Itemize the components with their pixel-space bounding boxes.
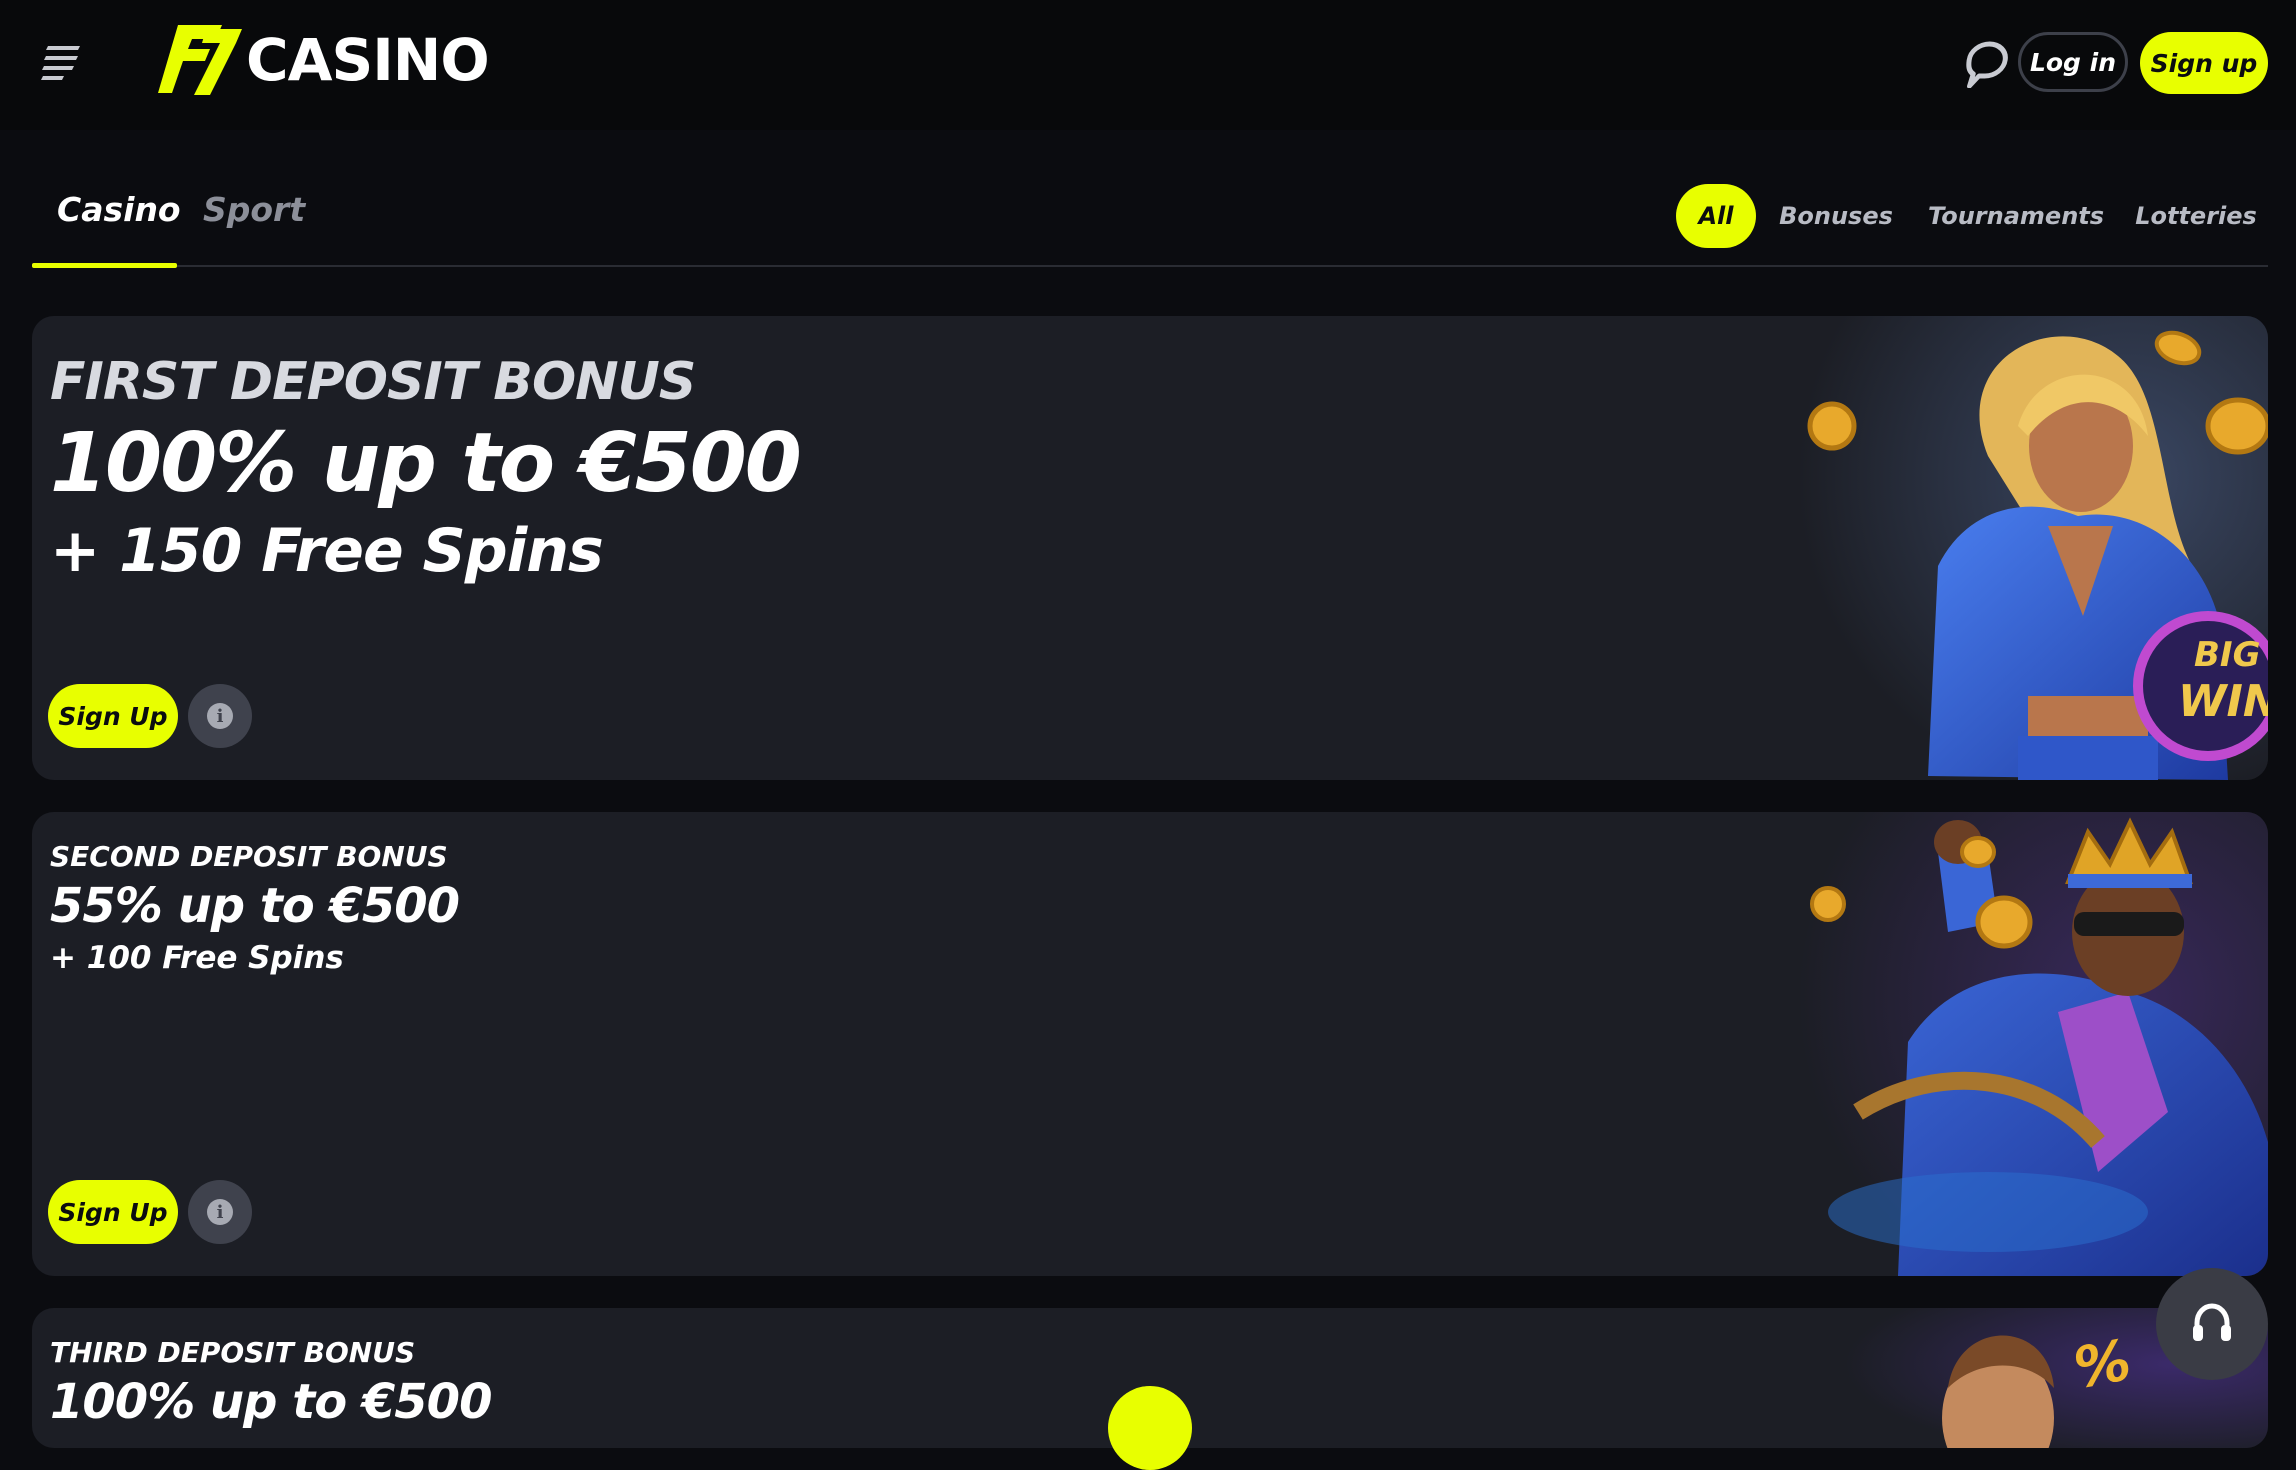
login-button[interactable]: Log in: [2018, 32, 2128, 92]
headset-icon: [2193, 1303, 2231, 1341]
percent-text: %: [2069, 1328, 2136, 1402]
scroll-indicator[interactable]: [1108, 1386, 1192, 1470]
promo-illustration-king: [1798, 812, 2268, 1276]
bonus-amount: 100% up to €500: [50, 416, 802, 511]
site-logo[interactable]: CASINO: [158, 20, 490, 100]
bonus-amount: 100% up to €500: [50, 1374, 492, 1430]
bonus-free-spins: + 100 Free Spins: [50, 940, 344, 976]
tab-sport[interactable]: Sport: [203, 190, 305, 229]
bonus-card-first-deposit: BIG WIN FIRST DEPOSIT BONUS 100% up to €…: [32, 316, 2268, 780]
bonus-free-spins: + 150 Free Spins: [50, 516, 604, 586]
info-icon: i: [207, 1199, 233, 1225]
win-text: WIN: [2178, 676, 2268, 727]
logo-text: CASINO: [246, 26, 490, 94]
filter-tournaments[interactable]: Tournaments: [1928, 184, 2104, 248]
top-bar: CASINO Log in Sign up: [0, 0, 2296, 130]
big-text: BIG: [2194, 635, 2260, 675]
bonus-card-second-deposit: SECOND DEPOSIT BONUS 55% up to €500 + 10…: [32, 812, 2268, 1276]
tab-casino[interactable]: Casino: [57, 190, 181, 229]
filter-all[interactable]: All: [1676, 184, 1756, 248]
card-info-button[interactable]: i: [188, 684, 252, 748]
hamburger-menu-icon[interactable]: [40, 42, 86, 84]
promo-illustration-woman: BIG WIN: [1798, 316, 2268, 780]
bonus-title: SECOND DEPOSIT BONUS: [50, 840, 448, 873]
active-tab-indicator: [32, 263, 177, 268]
chat-bubble-icon[interactable]: [1964, 40, 2008, 88]
filter-bonuses[interactable]: Bonuses: [1779, 184, 1893, 248]
info-icon: i: [207, 703, 233, 729]
card-signup-button[interactable]: Sign Up: [48, 684, 178, 748]
bonus-title: THIRD DEPOSIT BONUS: [50, 1336, 416, 1369]
bonus-title: FIRST DEPOSIT BONUS: [50, 352, 696, 412]
tabs-divider: [32, 265, 2268, 267]
bonus-amount: 55% up to €500: [50, 878, 460, 934]
filter-lotteries[interactable]: Lotteries: [2135, 184, 2257, 248]
card-info-button[interactable]: i: [188, 1180, 252, 1244]
signup-button[interactable]: Sign up: [2140, 32, 2268, 94]
card-signup-button[interactable]: Sign Up: [48, 1180, 178, 1244]
support-button[interactable]: [2156, 1268, 2268, 1380]
f7-logo-mark: [158, 25, 242, 95]
